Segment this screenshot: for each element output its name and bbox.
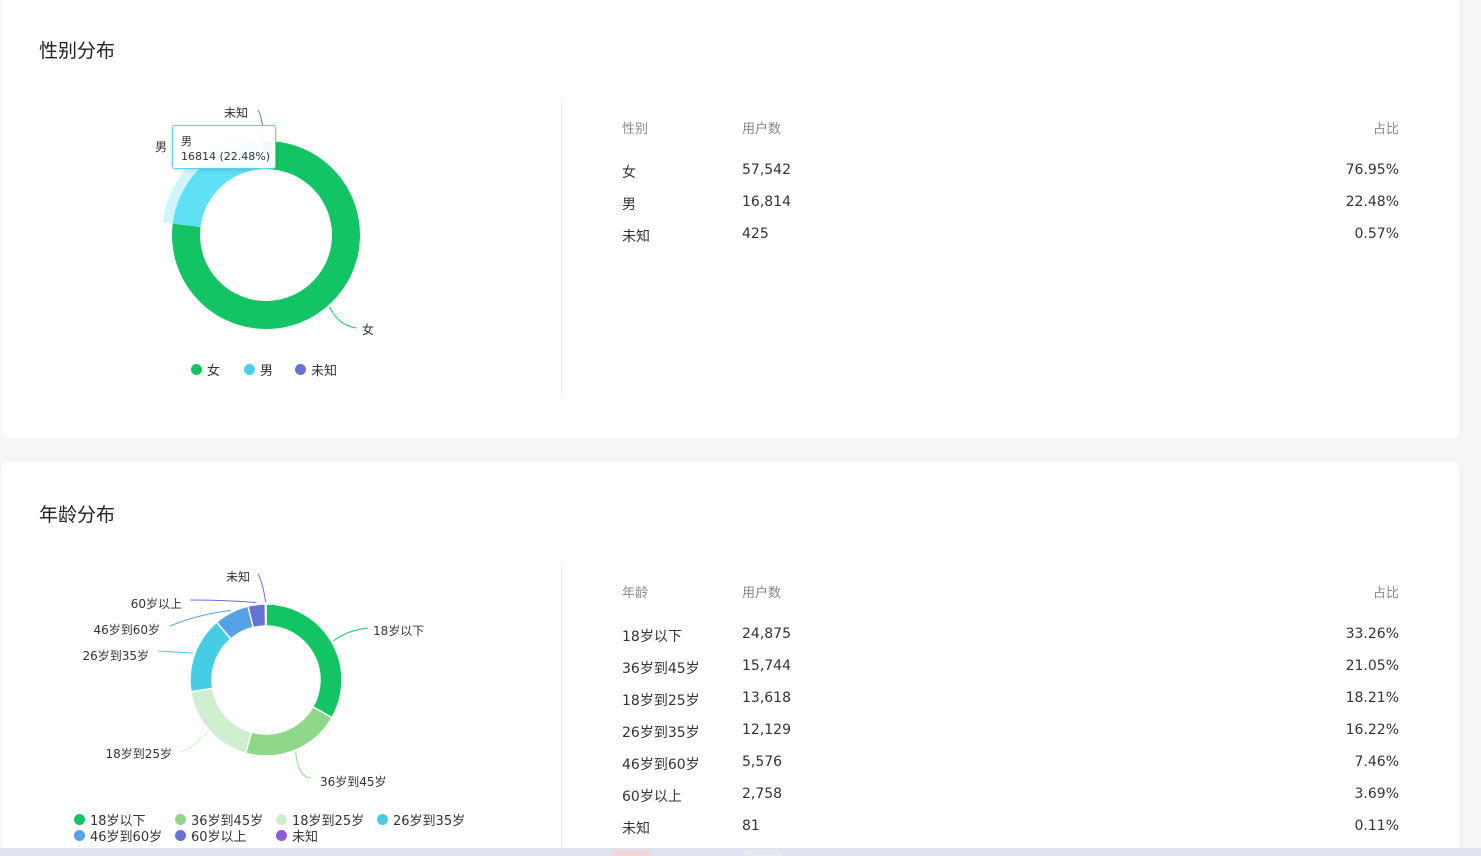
age-table: 年龄 用户数 占比 18岁以下 24,875 33.26% 36岁到45岁 15,744 21.… <box>622 582 1399 842</box>
table-cell: 未知 <box>622 821 650 837</box>
legend-item[interactable]: 女 <box>191 360 220 379</box>
gender-legend: 女 男 未知 <box>0 360 560 380</box>
table-cell: 16,814 <box>742 194 791 210</box>
legend-swatch <box>244 364 255 375</box>
legend-label: 未知 <box>311 364 338 379</box>
table-cell: 60岁以上 <box>622 789 682 805</box>
taskbar-tab[interactable] <box>744 850 782 856</box>
table-cell: 0.57% <box>1354 226 1399 242</box>
donut-slice-0[interactable] <box>265 603 343 719</box>
legend-item[interactable]: 未知 <box>295 360 337 379</box>
table-header-cell: 用户数 <box>742 586 782 601</box>
slice-label: 60岁以上 <box>131 596 182 611</box>
slice-label: 女 <box>362 322 374 337</box>
donut-slice-2[interactable] <box>190 687 253 755</box>
label-leader-line <box>295 752 311 779</box>
table-cell: 女 <box>622 165 636 181</box>
slice-label: 46岁到60岁 <box>93 622 160 637</box>
legend-swatch <box>74 814 85 825</box>
label-leader-line <box>157 650 193 654</box>
legend-swatch <box>377 814 388 825</box>
slice-label: 未知 <box>226 570 250 584</box>
table-cell: 2,758 <box>742 786 783 802</box>
table-cell: 0.11% <box>1354 818 1399 834</box>
table-cell: 18.21% <box>1345 690 1399 706</box>
legend-swatch <box>276 814 287 825</box>
tooltip-name: 男 <box>181 135 192 148</box>
gender-table: 性别 用户数 占比女 57,542 76.95% 男 16,814 22.48% 未知 425 0.… <box>622 118 1399 258</box>
table-cell: 7.46% <box>1354 754 1399 770</box>
slice-label: 18岁以下 <box>373 623 424 638</box>
table-cell: 13,618 <box>742 690 791 706</box>
table-cell: 36岁到45岁 <box>622 661 700 677</box>
legend-swatch <box>191 364 202 375</box>
slice-label: 未知 <box>224 106 248 120</box>
table-cell: 5,576 <box>742 754 783 770</box>
table-cell: 24,875 <box>742 626 791 642</box>
legend-label: 未知 <box>292 830 319 845</box>
table-cell: 15,744 <box>742 658 791 674</box>
table-cell: 18岁到25岁 <box>622 693 700 709</box>
label-leader-line <box>329 306 357 329</box>
table-header-cell: 用户数 <box>742 122 782 137</box>
label-leader-line <box>257 573 267 603</box>
legend-label: 26岁到35岁 <box>393 814 466 829</box>
donut-slice-1[interactable] <box>244 705 334 757</box>
table-cell: 81 <box>742 818 760 834</box>
slice-label: 36岁到45岁 <box>320 774 387 789</box>
slice-label: 18岁到25岁 <box>105 746 172 761</box>
gender-divider <box>561 98 562 398</box>
table-cell: 12,129 <box>742 722 791 738</box>
slice-label: 男 <box>155 140 167 154</box>
table-header-cell: 占比 <box>1372 586 1399 601</box>
legend-item[interactable]: 男 <box>244 360 273 379</box>
legend-swatch <box>276 830 287 841</box>
legend-swatch <box>175 814 186 825</box>
table-cell: 未知 <box>622 229 650 245</box>
legend-swatch <box>175 830 186 841</box>
legend-swatch <box>74 830 85 841</box>
table-cell: 76.95% <box>1345 162 1399 178</box>
legend-item[interactable]: 26岁到35岁 <box>377 810 465 829</box>
legend-label: 60岁以上 <box>191 830 247 845</box>
taskbar-tab[interactable] <box>612 850 650 856</box>
table-cell: 21.05% <box>1345 658 1399 674</box>
table-header-cell: 性别 <box>622 122 649 137</box>
table-cell: 男 <box>622 197 636 213</box>
age-legend: 18岁以下 36岁到45岁 18岁到25岁 26岁到35岁 46岁到60岁 60岁以上 未知 <box>0 808 560 845</box>
table-cell: 57,542 <box>742 162 791 178</box>
table-header-cell: 占比 <box>1372 122 1399 137</box>
legend-item[interactable]: 未知 <box>276 826 318 845</box>
legend-label: 女 <box>207 364 221 379</box>
age-donut-chart[interactable]: 18岁以下 36岁到45岁 18岁到25岁 26岁到35岁 46岁到60岁 60岁以上 未知 <box>0 540 560 840</box>
label-leader-line <box>189 599 257 604</box>
age-title: 年龄分布 <box>39 504 116 526</box>
slice-label: 26岁到35岁 <box>82 648 149 663</box>
label-leader-line <box>179 731 209 753</box>
table-header-cell: 年龄 <box>622 586 649 601</box>
label-leader-line <box>333 627 369 642</box>
legend-label: 男 <box>260 364 274 379</box>
legend-swatch <box>295 364 306 375</box>
table-cell: 33.26% <box>1345 626 1399 642</box>
table-cell: 26岁到35岁 <box>622 725 700 741</box>
table-cell: 425 <box>742 226 769 242</box>
table-cell: 46岁到60岁 <box>622 757 700 773</box>
age-divider <box>561 562 562 856</box>
tooltip-value: 16814 (22.48%) <box>181 150 271 163</box>
table-cell: 3.69% <box>1354 786 1399 802</box>
donut-slice-6[interactable] <box>264 603 267 627</box>
gender-tooltip: 男 16814 (22.48%) <box>172 125 276 169</box>
bottom-taskbar <box>0 848 1481 856</box>
legend-item[interactable]: 60岁以上 <box>175 826 247 845</box>
table-cell: 18岁以下 <box>622 629 682 645</box>
legend-item[interactable]: 46岁到60岁 <box>74 826 162 845</box>
legend-label: 46岁到60岁 <box>90 830 163 845</box>
table-cell: 16.22% <box>1345 722 1399 738</box>
table-cell: 22.48% <box>1345 194 1399 210</box>
